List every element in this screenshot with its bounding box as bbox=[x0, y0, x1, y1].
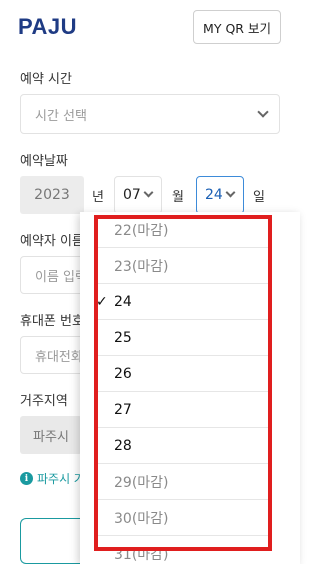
region-label: 거주지역 bbox=[20, 394, 68, 409]
info-icon: i bbox=[20, 472, 33, 485]
day-option[interactable]: 30(마감) bbox=[80, 500, 300, 535]
day-value: 24 bbox=[205, 187, 223, 203]
month-select[interactable]: 07 bbox=[114, 176, 162, 214]
day-option[interactable]: 28 bbox=[80, 428, 300, 463]
day-option-selected[interactable]: ✓ 24 bbox=[80, 284, 300, 319]
name-label: 예약자 이름 bbox=[20, 234, 84, 249]
check-icon: ✓ bbox=[96, 293, 108, 310]
phone-label: 휴대폰 번호 bbox=[20, 314, 84, 329]
time-select[interactable]: 시간 선택 bbox=[20, 94, 280, 134]
day-option[interactable]: 25 bbox=[80, 320, 300, 355]
day-option[interactable]: 22(마감) bbox=[80, 212, 300, 247]
chevron-down-icon bbox=[257, 106, 269, 118]
year-unit: 년 bbox=[92, 190, 104, 205]
chevron-down-icon bbox=[225, 187, 236, 198]
time-select-placeholder: 시간 선택 bbox=[35, 108, 87, 124]
day-option[interactable]: 23(마감) bbox=[80, 248, 300, 283]
my-qr-button[interactable]: MY QR 보기 bbox=[193, 10, 281, 44]
header: PAJU MY QR 보기 bbox=[0, 0, 300, 56]
time-label: 예약 시간 bbox=[20, 72, 72, 87]
paju-logo: PAJU bbox=[18, 14, 78, 39]
date-label: 예약날짜 bbox=[20, 154, 68, 169]
day-option[interactable]: 31(마감) bbox=[80, 536, 300, 564]
day-dropdown-list[interactable]: 22(마감) 23(마감) ✓ 24 25 26 27 28 29(마감) 30… bbox=[80, 212, 300, 564]
month-value: 07 bbox=[123, 187, 141, 203]
region-button[interactable]: 파주시 bbox=[20, 416, 82, 454]
day-option[interactable]: 29(마감) bbox=[80, 464, 300, 499]
day-option[interactable]: 27 bbox=[80, 392, 300, 427]
month-unit: 월 bbox=[172, 190, 184, 205]
chevron-down-icon bbox=[143, 187, 154, 198]
year-field: 2023 bbox=[20, 176, 84, 214]
day-option[interactable]: 26 bbox=[80, 356, 300, 391]
day-select[interactable]: 24 bbox=[196, 176, 244, 214]
day-unit: 일 bbox=[253, 190, 265, 205]
